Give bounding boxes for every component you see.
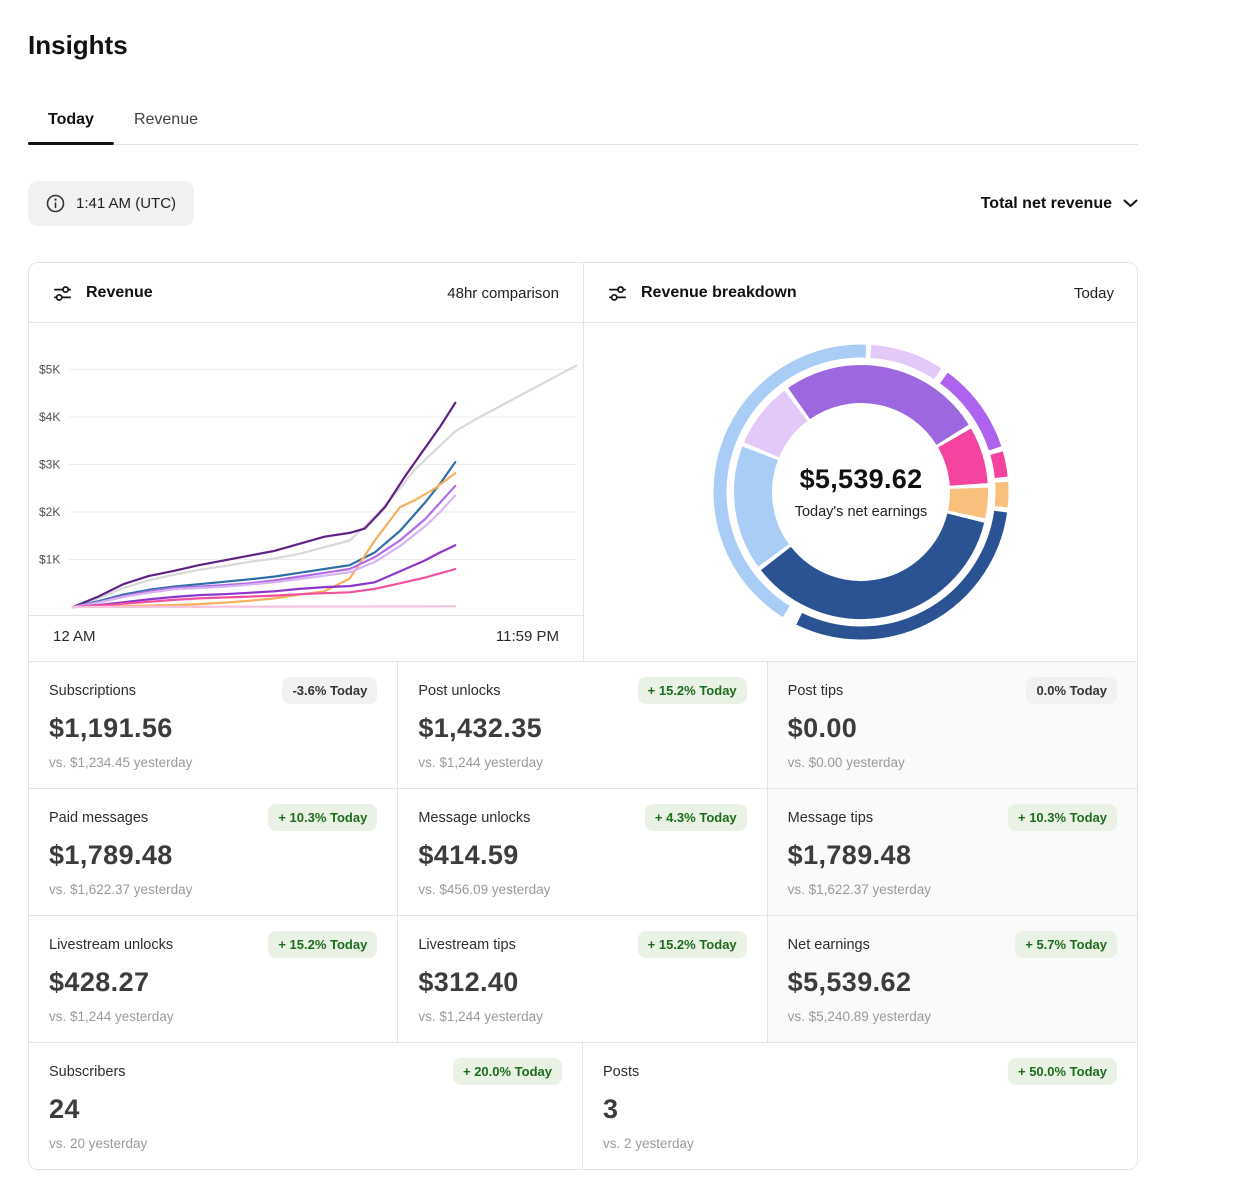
change-badge: + 15.2% Today xyxy=(268,931,378,958)
change-badge: -3.6% Today xyxy=(282,677,378,704)
insights-panel: Revenue 48hr comparison $1K $2K $3K $4K $5K … xyxy=(28,262,1138,1170)
metric-selector[interactable]: Total net revenue xyxy=(981,195,1138,213)
revenue-card-title: Revenue xyxy=(53,284,153,302)
tab-bar: Today Revenue xyxy=(28,111,1138,145)
stat-value: $428.27 xyxy=(49,967,150,997)
breakdown-card-header: Revenue breakdown Today xyxy=(584,263,1137,323)
toolbar: 1:41 AM (UTC) Total net revenue xyxy=(28,181,1138,226)
stat-label: Post unlocks xyxy=(418,682,501,699)
chevron-down-icon xyxy=(1123,199,1138,208)
stats-row-3: Livestream unlocks + 15.2% Today $428.27… xyxy=(29,916,1137,1043)
tab-revenue[interactable]: Revenue xyxy=(114,111,218,144)
stat-compare: vs. $456.09 yesterday xyxy=(418,882,551,897)
stat-card-posts: Posts + 50.0% Today 3 vs. 2 yesterday xyxy=(583,1043,1137,1169)
stat-card-net-earnings: Net earnings + 5.7% Today $5,539.62 vs. … xyxy=(767,916,1137,1042)
stat-label: Message tips xyxy=(787,809,874,826)
stat-label: Paid messages xyxy=(49,809,149,826)
change-badge: + 15.2% Today xyxy=(637,931,747,958)
stat-compare: vs. $1,244 yesterday xyxy=(418,1009,543,1024)
revenue-range-label: 48hr comparison xyxy=(447,284,559,302)
stat-card-message-tips: Message tips + 10.3% Today $1,789.48 vs.… xyxy=(767,789,1137,915)
stat-label: Message unlocks xyxy=(418,809,531,826)
stat-card-livestream-unlocks: Livestream unlocks + 15.2% Today $428.27… xyxy=(29,916,399,1042)
stat-label: Posts xyxy=(603,1063,640,1080)
stat-card-paid-messages: Paid messages + 10.3% Today $1,789.48 vs… xyxy=(29,789,399,915)
insights-page: Insights Today Revenue 1:41 AM (UTC) Tot… xyxy=(0,30,1260,1170)
stat-value: $5,539.62 xyxy=(787,967,912,997)
stat-value: $414.59 xyxy=(418,840,519,870)
change-badge: + 4.3% Today xyxy=(644,804,747,831)
stat-compare: vs. $5,240.89 yesterday xyxy=(787,1009,931,1024)
revenue-x-axis: 12 AM 11:59 PM xyxy=(29,615,583,660)
stat-value: $1,789.48 xyxy=(787,840,912,870)
stat-compare: vs. $1,244 yesterday xyxy=(49,1009,174,1024)
change-badge: + 5.7% Today xyxy=(1015,931,1117,958)
stat-card-subscribers: Subscribers + 20.0% Today 24 vs. 20 yest… xyxy=(29,1043,583,1169)
tune-icon xyxy=(608,285,627,301)
stat-compare: vs. 2 yesterday xyxy=(603,1136,694,1151)
stat-card-post-tips: Post tips 0.0% Today $0.00 vs. $0.00 yes… xyxy=(767,662,1137,788)
svg-text:$4K: $4K xyxy=(39,410,60,424)
revenue-card-header: Revenue 48hr comparison xyxy=(29,263,583,323)
time-chip[interactable]: 1:41 AM (UTC) xyxy=(28,181,195,226)
revenue-chart-card: Revenue 48hr comparison $1K $2K $3K $4K $5K … xyxy=(29,263,584,661)
breakdown-card-title: Revenue breakdown xyxy=(608,284,797,302)
stat-value: $0.00 xyxy=(787,713,858,743)
charts-row: Revenue 48hr comparison $1K $2K $3K $4K $5K … xyxy=(29,263,1137,662)
stat-compare: vs. $1,244 yesterday xyxy=(418,755,543,770)
stat-value: 3 xyxy=(603,1094,619,1124)
stat-card-livestream-tips: Livestream tips + 15.2% Today $312.40 vs… xyxy=(398,916,768,1042)
time-chip-label: 1:41 AM (UTC) xyxy=(76,195,177,212)
svg-text:$1K: $1K xyxy=(39,553,60,567)
stat-value: $312.40 xyxy=(418,967,519,997)
stat-label: Subscriptions xyxy=(49,682,137,699)
stat-value: $1,191.56 xyxy=(49,713,173,743)
stat-compare: vs. $1,234.45 yesterday xyxy=(49,755,193,770)
svg-text:$3K: $3K xyxy=(39,458,60,472)
stat-card-post-unlocks: Post unlocks + 15.2% Today $1,432.35 vs.… xyxy=(398,662,768,788)
stat-label: Post tips xyxy=(787,682,844,699)
stat-label: Livestream unlocks xyxy=(49,936,174,953)
change-badge: + 20.0% Today xyxy=(453,1058,562,1085)
revenue-breakdown-card: Revenue breakdown Today $5,539.62 Today'… xyxy=(584,263,1137,661)
x-axis-start-label: 12 AM xyxy=(53,628,96,645)
stat-card-message-unlocks: Message unlocks + 4.3% Today $414.59 vs.… xyxy=(398,789,768,915)
info-icon xyxy=(46,194,65,213)
breakdown-range-label: Today xyxy=(1073,284,1114,302)
change-badge: + 10.3% Today xyxy=(1008,804,1117,831)
svg-text:$2K: $2K xyxy=(39,505,60,519)
x-axis-end-label: 11:59 PM xyxy=(495,628,559,645)
stats-row-1: Subscriptions -3.6% Today $1,191.56 vs. … xyxy=(29,662,1137,789)
page-title: Insights xyxy=(28,30,128,60)
change-badge: + 50.0% Today xyxy=(1008,1058,1117,1085)
revenue-line-chart[interactable]: $1K $2K $3K $4K $5K xyxy=(29,323,583,615)
metric-selector-label: Total net revenue xyxy=(980,194,1112,212)
stat-value: $1,432.35 xyxy=(418,713,543,743)
tab-today[interactable]: Today xyxy=(28,111,114,145)
stat-compare: vs. $0.00 yesterday xyxy=(787,755,905,770)
stat-label: Net earnings xyxy=(787,936,870,953)
stat-label: Livestream tips xyxy=(418,936,516,953)
stats-row-4: Subscribers + 20.0% Today 24 vs. 20 yest… xyxy=(29,1043,1137,1169)
change-badge: 0.0% Today xyxy=(1026,677,1117,704)
stat-compare: vs. 20 yesterday xyxy=(49,1136,148,1151)
stat-label: Subscribers xyxy=(49,1063,126,1080)
stat-compare: vs. $1,622.37 yesterday xyxy=(787,882,931,897)
stat-value: $1,789.48 xyxy=(49,840,173,870)
revenue-donut-chart[interactable]: $5,539.62 Today's net earnings xyxy=(584,323,1137,661)
stat-compare: vs. $1,622.37 yesterday xyxy=(49,882,193,897)
tune-icon xyxy=(53,285,72,301)
svg-text:$5K: $5K xyxy=(39,363,60,377)
stat-card-subscriptions: Subscriptions -3.6% Today $1,191.56 vs. … xyxy=(29,662,399,788)
change-badge: + 15.2% Today xyxy=(637,677,747,704)
stat-value: 24 xyxy=(49,1094,80,1124)
stats-row-2: Paid messages + 10.3% Today $1,789.48 vs… xyxy=(29,789,1137,916)
change-badge: + 10.3% Today xyxy=(268,804,378,831)
